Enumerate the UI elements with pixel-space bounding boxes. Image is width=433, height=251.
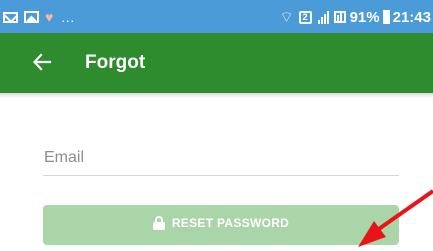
more-notifications-indicator: ... — [61, 9, 76, 25]
lock-icon — [152, 216, 165, 230]
battery-icon — [382, 10, 390, 24]
mail-icon — [3, 11, 18, 23]
page-title: Forgot — [85, 52, 146, 73]
annotation-arrow-icon — [358, 189, 433, 247]
clock: 21:43 — [392, 8, 431, 26]
signal-box-icon — [333, 11, 346, 23]
reset-password-label: RESET PASSWORD — [171, 216, 290, 230]
status-bar: ♥ ... ⌔ 2 91% 21:43 — [0, 0, 433, 33]
status-bar-notifications: ♥ ... — [3, 9, 75, 25]
wifi-icon: ⌔ — [279, 8, 294, 26]
sim-icon: 2 — [298, 10, 312, 24]
battery-percent: 91% — [349, 8, 380, 26]
heart-icon: ♥ — [45, 9, 54, 25]
app-bar-shadow — [0, 93, 433, 98]
signal-icon — [317, 10, 330, 24]
back-button[interactable] — [30, 50, 54, 74]
email-input[interactable] — [43, 140, 399, 176]
arrow-left-icon — [32, 53, 52, 71]
image-icon — [24, 11, 39, 23]
status-bar-system: ⌔ 2 91% 21:43 — [279, 7, 431, 27]
app-bar: Forgot — [0, 33, 433, 93]
email-field[interactable] — [43, 140, 399, 180]
